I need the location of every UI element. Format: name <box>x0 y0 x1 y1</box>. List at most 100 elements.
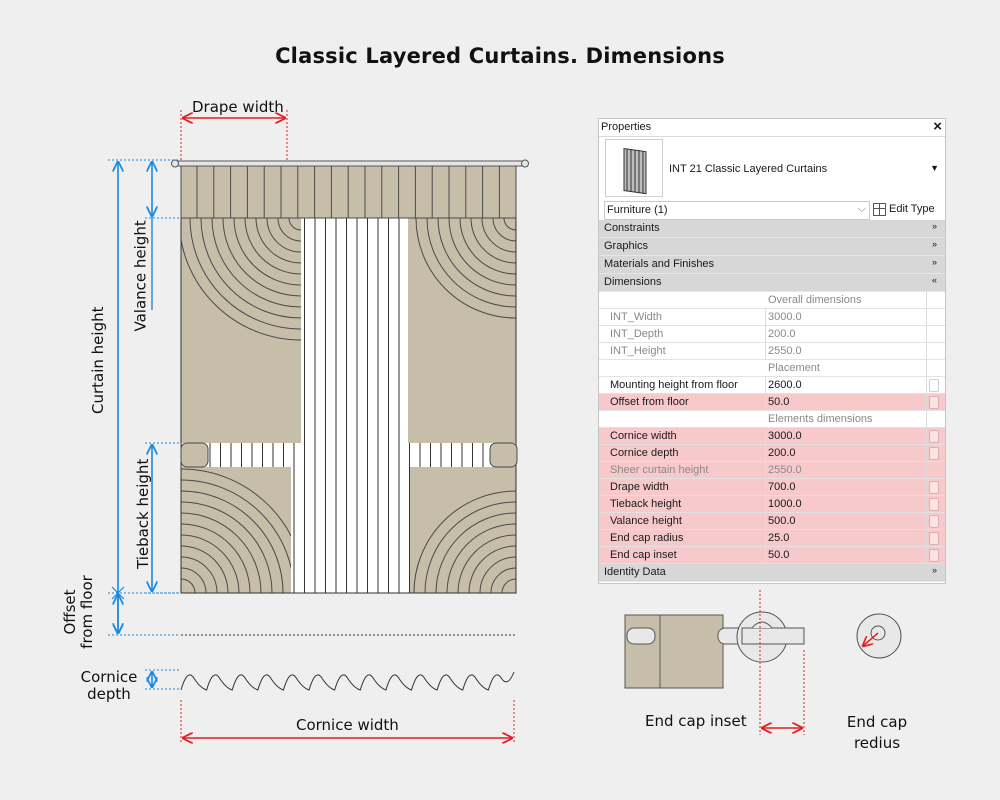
dimension-offset-from-floor <box>108 586 180 633</box>
category-dimensions[interactable]: Dimensions « <box>599 274 945 292</box>
associate-parameter-button[interactable] <box>929 430 939 443</box>
label-cornice-line1: Cornice <box>80 668 138 686</box>
label-offset-line2: from floor <box>78 575 96 649</box>
row-int-height: INT_Height 2550.0 <box>599 343 945 360</box>
category-filter-dropdown[interactable]: Furniture (1) ⌵ <box>604 201 870 220</box>
group-label: Overall dimensions <box>768 294 862 306</box>
close-icon[interactable]: × <box>933 118 942 135</box>
expand-icon: » <box>931 257 937 267</box>
row-value-input[interactable]: 200.0 <box>768 447 796 459</box>
properties-header: Properties <box>601 121 652 133</box>
label-end-cap-radius-line1: End cap <box>846 713 908 731</box>
row-name: INT_Height <box>610 345 666 357</box>
row-cornice-depth[interactable]: Cornice depth 200.0 <box>599 445 945 462</box>
properties-list: Constraints » Graphics » Materials and Fin… <box>599 220 945 582</box>
row-value: 200.0 <box>768 328 796 340</box>
row-tieback-height[interactable]: Tieback height 1000.0 <box>599 496 945 513</box>
row-cornice-width[interactable]: Cornice width 3000.0 <box>599 428 945 445</box>
associate-parameter-button[interactable] <box>929 515 939 528</box>
label-cornice-depth: Cornice depth <box>74 669 144 703</box>
row-value-input[interactable]: 25.0 <box>768 532 789 544</box>
row-offset-from-floor[interactable]: Offset from floor 50.0 <box>599 394 945 411</box>
row-end-cap-radius[interactable]: End cap radius 25.0 <box>599 530 945 547</box>
row-valance-height[interactable]: Valance height 500.0 <box>599 513 945 530</box>
group-placement: Placement <box>599 360 945 377</box>
type-dropdown-arrow-icon[interactable]: ▼ <box>930 163 939 173</box>
group-elements-dimensions: Elements dimensions <box>599 411 945 428</box>
associate-parameter-button[interactable] <box>929 379 939 392</box>
row-value-input[interactable]: 500.0 <box>768 515 796 527</box>
chevron-down-icon: ⌵ <box>857 203 866 215</box>
curtain-rod <box>174 160 526 167</box>
associate-parameter-button[interactable] <box>929 396 939 409</box>
properties-panel: Properties × INT 21 Classic Layered Curt… <box>598 118 946 584</box>
left-tieback <box>180 442 209 468</box>
label-end-cap-radius-line2: redius <box>853 734 901 752</box>
row-int-depth: INT_Depth 200.0 <box>599 326 945 343</box>
row-name: Cornice depth <box>610 447 679 459</box>
curtain-thumbnail-icon <box>623 147 647 195</box>
row-value-input[interactable]: 2600.0 <box>768 379 802 391</box>
row-name: Cornice width <box>610 430 677 442</box>
right-tieback <box>489 442 518 468</box>
row-value: 3000.0 <box>768 311 802 323</box>
category-constraints[interactable]: Constraints » <box>599 220 945 238</box>
type-preview-thumbnail[interactable] <box>605 139 663 197</box>
category-label: Graphics <box>604 240 649 252</box>
edit-type-icon <box>873 203 886 216</box>
label-drape-width: Drape width <box>192 98 284 116</box>
group-overall-dimensions: Overall dimensions <box>599 292 945 309</box>
end-cap-radius-detail <box>856 613 902 659</box>
dimension-drape-width <box>180 110 288 160</box>
dimension-cornice-depth <box>145 669 180 690</box>
valance <box>180 162 517 219</box>
associate-parameter-button[interactable] <box>929 532 939 545</box>
group-label: Placement <box>768 362 820 374</box>
row-name: Offset from floor <box>610 396 689 408</box>
category-label: Materials and Finishes <box>604 258 715 270</box>
row-value-input[interactable]: 1000.0 <box>768 498 802 510</box>
type-selector-name[interactable]: INT 21 Classic Layered Curtains <box>669 163 827 175</box>
associate-parameter-button[interactable] <box>929 481 939 494</box>
row-value-input[interactable]: 50.0 <box>768 396 789 408</box>
category-filter-value: Furniture (1) <box>607 204 668 216</box>
expand-icon: » <box>931 565 937 575</box>
category-graphics[interactable]: Graphics » <box>599 238 945 256</box>
rod-end-cap-left <box>171 159 179 168</box>
category-identity-data[interactable]: Identity Data » <box>599 564 945 582</box>
row-name: Drape width <box>610 481 669 493</box>
row-name: Tieback height <box>610 498 682 510</box>
row-end-cap-inset[interactable]: End cap inset 50.0 <box>599 547 945 564</box>
associate-parameter-button[interactable] <box>929 447 939 460</box>
label-end-cap-radius: End cap redius <box>837 712 917 754</box>
edit-type-label: Edit Type <box>889 203 935 215</box>
label-offset-line1: Offset <box>61 589 79 635</box>
row-name: Sheer curtain height <box>610 464 709 476</box>
category-label: Dimensions <box>604 276 662 288</box>
row-value-input[interactable]: 3000.0 <box>768 430 802 442</box>
label-valance-height: Valance height <box>131 220 150 332</box>
row-drape-width[interactable]: Drape width 700.0 <box>599 479 945 496</box>
row-int-width: INT_Width 3000.0 <box>599 309 945 326</box>
associate-parameter-button[interactable] <box>929 498 939 511</box>
associate-parameter-button[interactable] <box>929 549 939 562</box>
cornice-plan <box>180 671 515 691</box>
row-name: INT_Depth <box>610 328 664 340</box>
collapse-icon: « <box>931 275 937 285</box>
group-label: Elements dimensions <box>768 413 873 425</box>
row-name: End cap radius <box>610 532 684 544</box>
category-label: Identity Data <box>604 566 666 578</box>
label-end-cap-inset: End cap inset <box>645 712 747 730</box>
label-cornice-line2: depth <box>87 685 131 703</box>
label-curtain-height: Curtain height <box>89 306 107 414</box>
category-materials[interactable]: Materials and Finishes » <box>599 256 945 274</box>
row-name: Mounting height from floor <box>610 379 738 391</box>
row-value-input[interactable]: 700.0 <box>768 481 796 493</box>
row-value-input[interactable]: 50.0 <box>768 549 789 561</box>
row-mounting-height[interactable]: Mounting height from floor 2600.0 <box>599 377 945 394</box>
row-value: 2550.0 <box>768 345 802 357</box>
right-drape-bottom <box>410 467 516 593</box>
properties-titlebar: Properties × <box>599 118 945 137</box>
row-name: End cap inset <box>610 549 677 561</box>
dimension-valance-height <box>145 162 180 310</box>
